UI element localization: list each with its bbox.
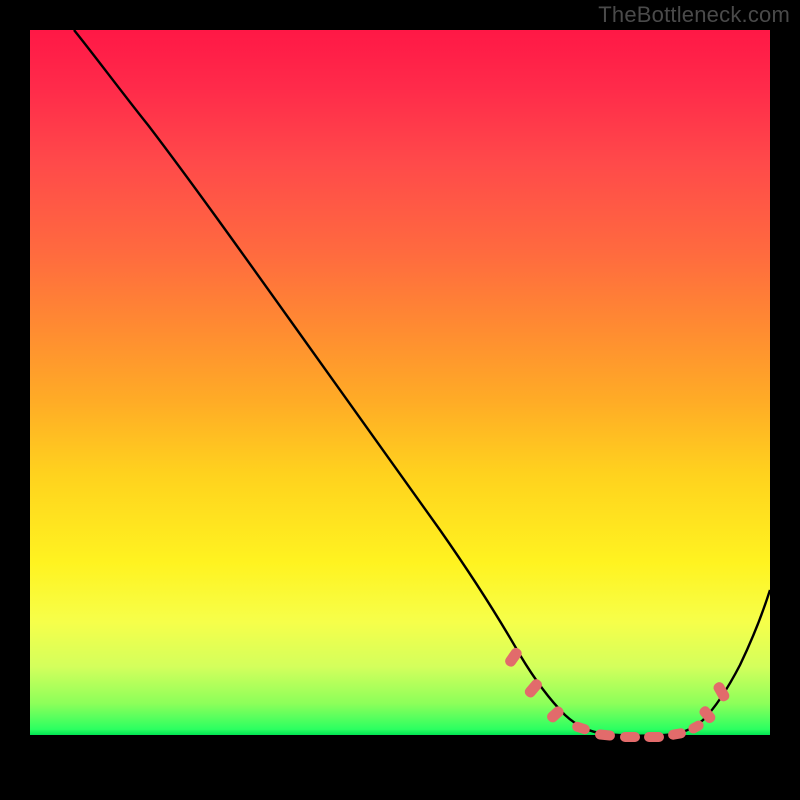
curve-layer — [30, 30, 770, 770]
watermark-text: TheBottleneck.com — [598, 2, 790, 28]
plot-area — [30, 30, 770, 770]
chart-frame: TheBottleneck.com — [0, 0, 800, 800]
valley-markers — [503, 646, 731, 742]
bottleneck-curve — [74, 30, 770, 736]
